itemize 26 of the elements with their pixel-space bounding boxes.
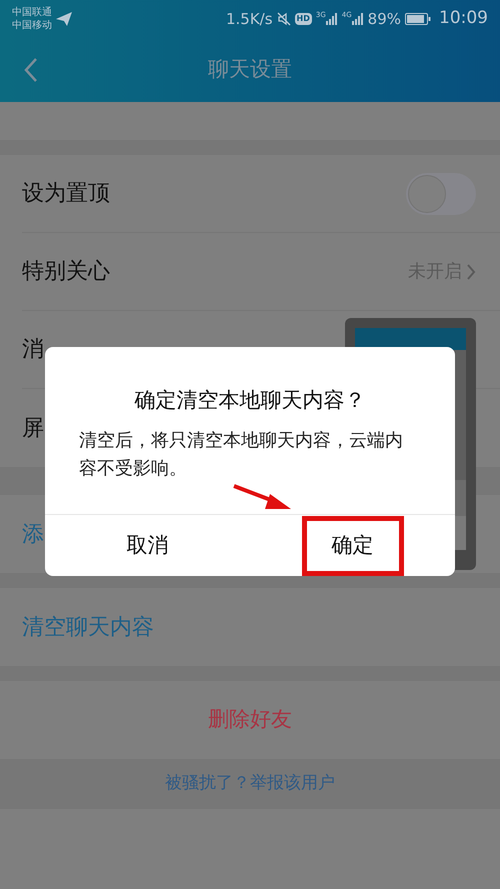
paper-plane-icon [56,12,72,26]
annotation-arrow [232,484,292,512]
carrier-name: 中国移动 [12,19,52,32]
chevron-icon [466,262,476,280]
dialog-button[interactable]: 取消 [96,516,198,576]
setting-label: 添 [22,520,44,548]
battery-percent: 89% [368,8,401,30]
signal-icon [352,13,364,25]
setting-label: 设为置顶 [22,180,110,208]
dialog-button[interactable]: 确定 [302,516,404,576]
dialog-message: 清空后，将只清空本地聊天内容，云端内容不受影响。 [79,428,404,480]
setting-label: 清空聊天内容 [22,614,154,642]
setting-label: 特别关心 [22,258,110,286]
clock: 10:09 [439,7,488,30]
back-icon[interactable] [24,57,38,83]
window-title: 聊天设置 [208,56,292,84]
hd-badge: HD [294,13,312,25]
setting-label: 屏 [22,414,44,442]
signal-icon [326,13,338,25]
mute-icon [276,12,291,26]
battery-icon [405,13,431,25]
dialog-title: 确定清空本地聊天内容？ [134,387,366,414]
toggle-switch[interactable] [406,172,476,214]
carrier-name: 中国联通 [12,6,52,19]
network-speed: 1.5K/s [226,8,273,30]
setting-label: 消 [22,336,44,364]
